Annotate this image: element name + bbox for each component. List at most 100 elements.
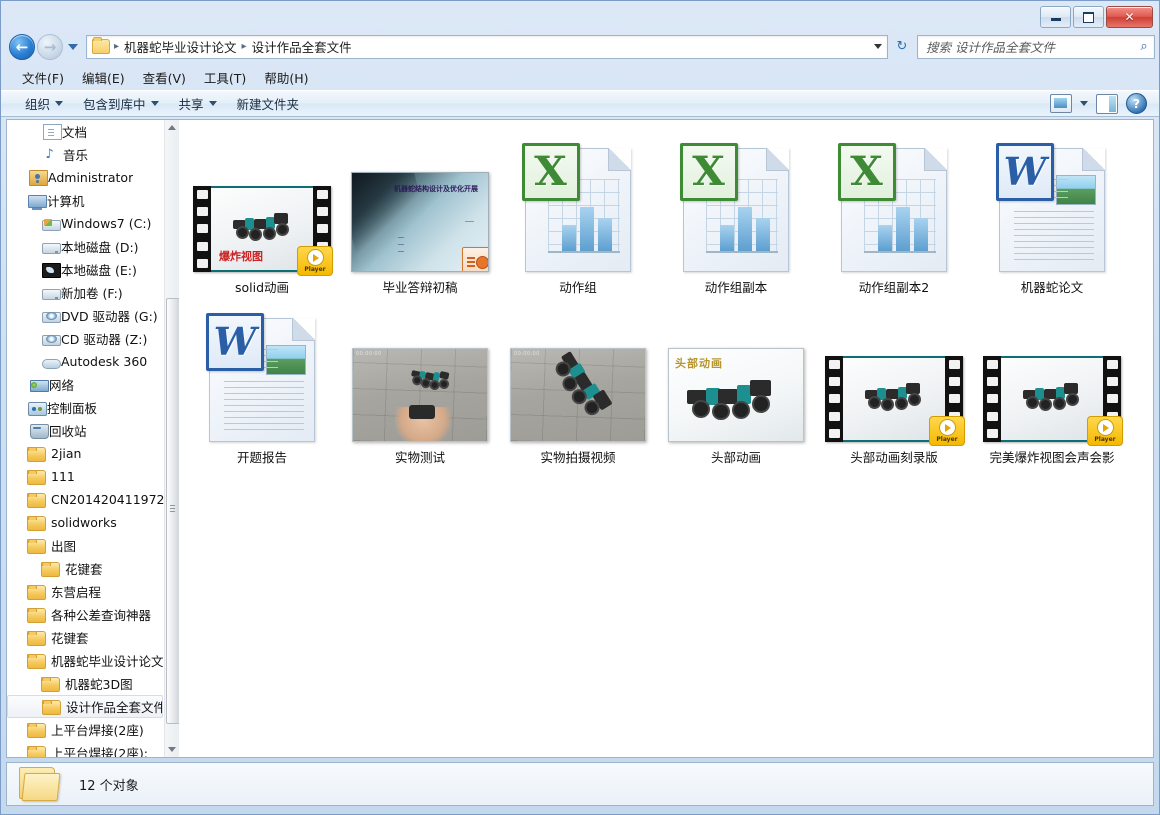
excel-file-icon: X [680,143,789,272]
sidebar-item-7[interactable]: 新加卷 (F:) [7,281,165,304]
menu-item-view[interactable]: 查看(V) [134,66,195,89]
file-thumbnail[interactable]: X [680,140,789,272]
folder-icon [27,539,46,554]
bar-chart-bar [738,207,752,251]
sidebar-item-27[interactable]: 上平台焊接(2座); [7,741,165,757]
toolbar-share-button[interactable]: 共享 [169,91,227,116]
file-item[interactable]: 头部动画 头部动画 [657,296,815,466]
sidebar-item-18[interactable]: 出图 [7,534,165,557]
sidebar-item-23[interactable]: 机器蛇毕业设计论文 [7,649,165,672]
sidebar-item-1[interactable]: ♪ 音乐 [7,143,165,166]
sidebar-item-2[interactable]: Administrator [7,166,165,189]
sidebar-item-15[interactable]: 111 [7,465,165,488]
toolbar-organize-button[interactable]: 组织 [15,91,73,116]
sidebar-item-0[interactable]: 文档 [7,120,165,143]
address-bar[interactable]: ▸ 机器蛇毕业设计论文 ▸ 设计作品全套文件 [86,34,888,59]
menu-item-file[interactable]: 文件(F) [13,66,73,89]
file-thumbnail[interactable]: X [838,140,947,272]
sidebar-item-8[interactable]: DVD 驱动器 (G:) [7,304,165,327]
sidebar-item-26[interactable]: 上平台焊接(2座) [7,718,165,741]
sidebar-item-24[interactable]: 机器蛇3D图 [7,672,165,695]
sidebar-item-17[interactable]: solidworks [7,511,165,534]
file-item[interactable]: 00:00:00 实物拍摄视频 [499,296,657,466]
navigation-scrollbar[interactable] [164,120,179,757]
file-thumbnail[interactable]: Player [825,310,965,446]
sidebar-item-13[interactable]: 回收站 [7,419,165,442]
sidebar-item-4[interactable]: Windows7 (C:) [7,212,165,235]
file-thumbnail[interactable]: 头部动画 [668,310,804,442]
breadcrumb-item-0[interactable]: 机器蛇毕业设计论文 [121,37,240,56]
file-item[interactable]: W 开题报告 [183,296,341,466]
sidebar-item-25[interactable]: 设计作品全套文件 [7,695,163,718]
slide-title: 机器蛇结构设计及优化开展 [394,185,478,193]
menu-item-edit[interactable]: 编辑(E) [73,66,134,89]
maximize-button[interactable] [1073,6,1104,28]
back-button[interactable]: ← [9,33,35,60]
search-input[interactable]: 搜索 设计作品全套文件 [918,37,1134,56]
slide-body-lines: ── ── ── [398,235,405,255]
sidebar-item-label: 机器蛇3D图 [65,677,133,692]
file-item[interactable]: X 动作组副本2 [815,126,973,296]
sidebar-item-21[interactable]: 各种公差查询神器 [7,603,165,626]
file-item[interactable]: X 动作组 [499,126,657,296]
breadcrumb-item-1[interactable]: 设计作品全套文件 [249,37,355,56]
file-thumbnail[interactable]: W [996,140,1105,272]
search-box[interactable]: 搜索 设计作品全套文件 ⌕ [917,34,1155,59]
refresh-button[interactable]: ↻ [891,36,913,58]
scrollbar-thumb[interactable] [166,298,179,724]
file-thumbnail[interactable]: 00:00:00 [510,310,646,442]
close-button[interactable]: ✕ [1106,6,1153,28]
help-icon[interactable]: ? [1126,93,1147,114]
sidebar-item-5[interactable]: 本地磁盘 (D:) [7,235,165,258]
sidebar-item-label: 花键套 [65,562,103,577]
file-thumbnail[interactable]: X [522,140,631,272]
sidebar-item-19[interactable]: 花键套 [7,557,165,580]
folder-icon [27,470,46,485]
chevron-down-icon[interactable] [1080,101,1088,106]
sidebar-item-14[interactable]: 2jian [7,442,165,465]
menu-item-tools[interactable]: 工具(T) [195,66,255,89]
file-thumbnail[interactable]: 爆炸视图 Player [193,140,333,276]
sidebar-item-6[interactable]: 本地磁盘 (E:) [7,258,165,281]
scroll-down-icon[interactable] [165,742,179,757]
chevron-down-icon[interactable] [869,37,887,57]
forward-button[interactable]: → [37,33,63,60]
file-item[interactable]: W 机器蛇论文 [973,126,1131,296]
file-item[interactable]: 00:00:00 实物测试 [341,296,499,466]
sidebar-item-label: 111 [51,469,75,484]
toolbar-new-folder-button[interactable]: 新建文件夹 [227,91,310,116]
control-panel-icon [28,401,47,416]
breadcrumb-separator[interactable]: ▸ [112,41,121,52]
sidebar-item-9[interactable]: CD 驱动器 (Z:) [7,327,165,350]
sidebar-item-22[interactable]: 花键套 [7,626,165,649]
breadcrumb-separator[interactable]: ▸ [240,41,249,52]
toolbar-include-in-library-button[interactable]: 包含到库中 [73,91,169,116]
file-thumbnail[interactable]: Player [983,310,1123,446]
sidebar-item-12[interactable]: 控制面板 [7,396,165,419]
file-thumbnail[interactable]: 机器蛇结构设计及优化开展 ─── ── ── ── [351,140,489,272]
video-thumbnail: Player [983,356,1123,446]
sidebar-item-16[interactable]: CN201420411972_ [7,488,165,511]
file-item[interactable]: X 动作组副本 [657,126,815,296]
sidebar-item-11[interactable]: 网络 [7,373,165,396]
recent-locations-icon[interactable] [68,43,78,50]
file-thumbnail[interactable]: W [206,310,315,442]
file-thumbnail[interactable]: 00:00:00 [352,310,488,442]
video-thumbnail: Player [825,356,965,446]
scroll-up-icon[interactable] [165,120,179,135]
file-item[interactable]: Player 头部动画刻录版 [815,296,973,466]
forward-arrow-icon: → [43,37,57,56]
menu-item-help[interactable]: 帮助(H) [255,66,317,89]
file-item[interactable]: 爆炸视图 Player solid动画 [183,126,341,296]
file-item[interactable]: Player 完美爆炸视图会声会影 [973,296,1131,466]
preview-pane-icon[interactable] [1096,93,1118,114]
file-item[interactable]: 机器蛇结构设计及优化开展 ─── ── ── ── 毕业答辩初稿 [341,126,499,296]
change-view-icon[interactable] [1050,94,1072,113]
sidebar-item-label: 本地磁盘 (E:) [61,263,137,278]
minimize-button[interactable] [1040,6,1071,28]
sidebar-item-3[interactable]: 计算机 [7,189,165,212]
sidebar-item-10[interactable]: Autodesk 360 [7,350,165,373]
sidebar-item-20[interactable]: 东营启程 [7,580,165,603]
word-w-glyph: W [1003,149,1047,194]
excel-logo-icon: X [680,143,738,201]
